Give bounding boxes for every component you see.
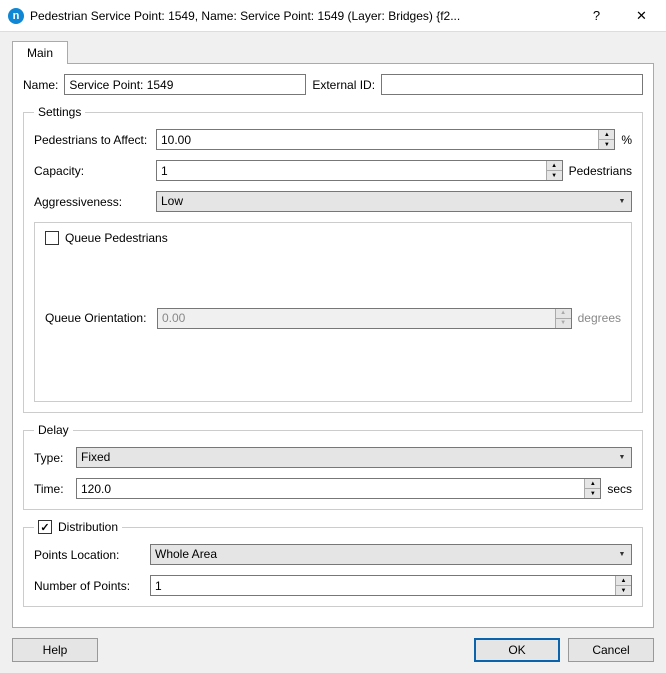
spin-down-icon: ▼ bbox=[556, 319, 571, 328]
ok-button[interactable]: OK bbox=[474, 638, 560, 662]
delay-time-input[interactable] bbox=[77, 479, 584, 498]
distribution-group: ✓ Distribution Points Location: Whole Ar… bbox=[23, 520, 643, 607]
points-location-combo[interactable]: Whole Area ▼ bbox=[150, 544, 632, 565]
distribution-legend: Distribution bbox=[58, 520, 118, 534]
spin-up-icon[interactable]: ▲ bbox=[547, 161, 562, 171]
chevron-down-icon[interactable]: ▼ bbox=[613, 448, 631, 467]
tabpanel-main: Name: External ID: Settings Pedestrians … bbox=[12, 63, 654, 628]
delay-time-suffix: secs bbox=[607, 482, 632, 496]
queue-orientation-label: Queue Orientation: bbox=[45, 311, 151, 325]
capacity-spinbox[interactable]: ▲ ▼ bbox=[156, 160, 563, 181]
cancel-button[interactable]: Cancel bbox=[568, 638, 654, 662]
window-title: Pedestrian Service Point: 1549, Name: Se… bbox=[30, 9, 574, 23]
tab-main[interactable]: Main bbox=[12, 41, 68, 64]
help-titlebar-button[interactable]: ? bbox=[574, 1, 619, 31]
spin-up-icon[interactable]: ▲ bbox=[585, 479, 600, 489]
name-input[interactable] bbox=[64, 74, 306, 95]
spin-up-icon[interactable]: ▲ bbox=[616, 576, 631, 586]
spin-up-icon: ▲ bbox=[556, 309, 571, 319]
points-location-value: Whole Area bbox=[151, 545, 613, 564]
aggressiveness-value: Low bbox=[157, 192, 613, 211]
capacity-input[interactable] bbox=[157, 161, 546, 180]
spin-down-icon[interactable]: ▼ bbox=[599, 140, 614, 149]
aggressiveness-combo[interactable]: Low ▼ bbox=[156, 191, 632, 212]
button-bar: Help OK Cancel bbox=[12, 638, 654, 662]
delay-type-label: Type: bbox=[34, 451, 70, 465]
pedestrians-to-affect-label: Pedestrians to Affect: bbox=[34, 133, 150, 147]
external-id-label: External ID: bbox=[312, 78, 375, 92]
help-button[interactable]: Help bbox=[12, 638, 98, 662]
app-icon: n bbox=[8, 8, 24, 24]
spin-down-icon[interactable]: ▼ bbox=[547, 171, 562, 180]
delay-group: Delay Type: Fixed ▼ Time: ▲ ▼ secs bbox=[23, 423, 643, 510]
titlebar: n Pedestrian Service Point: 1549, Name: … bbox=[0, 0, 666, 32]
queue-pedestrians-label: Queue Pedestrians bbox=[65, 231, 168, 245]
settings-group: Settings Pedestrians to Affect: ▲ ▼ % Ca… bbox=[23, 105, 643, 413]
queue-orientation-spinbox: ▲ ▼ bbox=[157, 308, 572, 329]
number-of-points-input[interactable] bbox=[151, 576, 615, 595]
settings-legend: Settings bbox=[34, 105, 85, 119]
capacity-label: Capacity: bbox=[34, 164, 150, 178]
spin-down-icon[interactable]: ▼ bbox=[616, 586, 631, 595]
chevron-down-icon[interactable]: ▼ bbox=[613, 192, 631, 211]
delay-time-label: Time: bbox=[34, 482, 70, 496]
external-id-input[interactable] bbox=[381, 74, 643, 95]
number-of-points-spinbox[interactable]: ▲ ▼ bbox=[150, 575, 632, 596]
delay-type-value: Fixed bbox=[77, 448, 613, 467]
queue-orientation-suffix: degrees bbox=[578, 311, 621, 325]
delay-time-spinbox[interactable]: ▲ ▼ bbox=[76, 478, 601, 499]
queue-pedestrians-checkbox[interactable] bbox=[45, 231, 59, 245]
close-button[interactable]: ✕ bbox=[619, 1, 664, 31]
tabbar: Main bbox=[12, 40, 654, 63]
aggressiveness-label: Aggressiveness: bbox=[34, 195, 150, 209]
queue-orientation-input bbox=[158, 309, 555, 328]
pedestrians-to-affect-suffix: % bbox=[621, 133, 632, 147]
spin-down-icon[interactable]: ▼ bbox=[585, 489, 600, 498]
pedestrians-to-affect-input[interactable] bbox=[157, 130, 598, 149]
number-of-points-label: Number of Points: bbox=[34, 579, 144, 593]
delay-type-combo[interactable]: Fixed ▼ bbox=[76, 447, 632, 468]
dialog-content: Main Name: External ID: Settings Pedestr… bbox=[0, 32, 666, 673]
distribution-checkbox[interactable]: ✓ bbox=[38, 520, 52, 534]
name-label: Name: bbox=[23, 78, 58, 92]
pedestrians-to-affect-spinbox[interactable]: ▲ ▼ bbox=[156, 129, 615, 150]
spin-up-icon[interactable]: ▲ bbox=[599, 130, 614, 140]
capacity-suffix: Pedestrians bbox=[569, 164, 632, 178]
delay-legend: Delay bbox=[34, 423, 73, 437]
queue-group: Queue Pedestrians Queue Orientation: ▲ ▼… bbox=[34, 222, 632, 402]
points-location-label: Points Location: bbox=[34, 548, 144, 562]
chevron-down-icon[interactable]: ▼ bbox=[613, 545, 631, 564]
